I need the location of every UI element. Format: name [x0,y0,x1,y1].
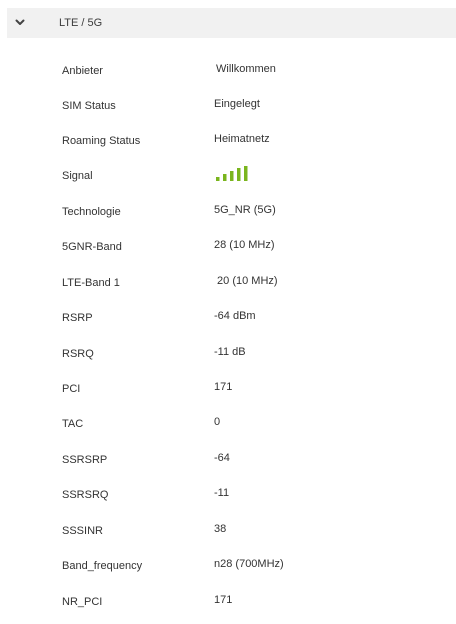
info-row-tac: TAC 0 [0,414,456,434]
info-row-rsrp: RSRP -64 dBm [0,308,456,328]
info-row-sssinr: SSSINR 38 [0,521,456,541]
section-header-lte-5g[interactable]: LTE / 5G [7,8,456,38]
row-value: 171 [214,594,233,606]
row-label: NR_PCI [62,596,103,608]
info-row-ssrsrp: SSRSRP -64 [0,450,456,470]
info-row-ssrsrq: SSRSRQ -11 [0,485,456,505]
section-title: LTE / 5G [59,17,103,29]
row-value: 28 (10 MHz) [214,239,275,251]
row-label: SSSINR [62,525,103,537]
row-value: 171 [214,381,233,393]
row-label: RSRP [62,312,93,324]
chevron-down-icon[interactable] [13,15,27,29]
info-row-rsrq: RSRQ -11 dB [0,344,456,364]
row-label: SSRSRQ [62,489,109,501]
row-value: 0 [214,416,221,428]
info-row-provider: Anbieter Willkommen [0,61,456,81]
row-value: Heimatnetz [214,133,270,145]
row-label: 5GNR-Band [62,241,122,253]
row-value: -64 dBm [214,310,256,322]
row-value: 38 [214,523,227,535]
row-label: TAC [62,418,84,430]
row-value: Willkommen [216,63,276,75]
row-label: RSRQ [62,348,94,360]
info-row-signal: Signal [0,166,456,186]
row-value: 20 (10 MHz) [214,275,278,287]
row-label: Band_frequency [62,560,143,572]
info-row-band-frequency: Band_frequency n28 (700MHz) [0,556,456,576]
row-value: -11 [214,487,230,499]
row-label: Roaming Status [62,135,141,147]
row-value: -11 dB [214,346,246,358]
row-value: 5G_NR (5G) [214,204,276,216]
row-label: Technologie [62,206,121,218]
row-value: Eingelegt [214,98,260,110]
info-row-technology: Technologie 5G_NR (5G) [0,202,456,222]
row-label: SIM Status [62,100,116,112]
signal-bars-icon [216,166,248,181]
info-row-5gnr-band: 5GNR-Band 28 (10 MHz) [0,237,456,257]
row-label: Anbieter [62,65,103,77]
info-row-roaming-status: Roaming Status Heimatnetz [0,131,456,151]
row-value: n28 (700MHz) [214,558,284,570]
row-label: SSRSRP [62,454,108,466]
row-label: Signal [62,170,93,182]
row-label: LTE-Band 1 [62,277,120,289]
row-value: -64 [214,452,230,464]
info-row-nr-pci: NR_PCI 171 [0,592,456,612]
info-row-sim-status: SIM Status Eingelegt [0,96,456,116]
info-row-pci: PCI 171 [0,379,456,399]
info-row-lte-band-1: LTE-Band 1 20 (10 MHz) [0,273,456,293]
row-label: PCI [62,383,81,395]
